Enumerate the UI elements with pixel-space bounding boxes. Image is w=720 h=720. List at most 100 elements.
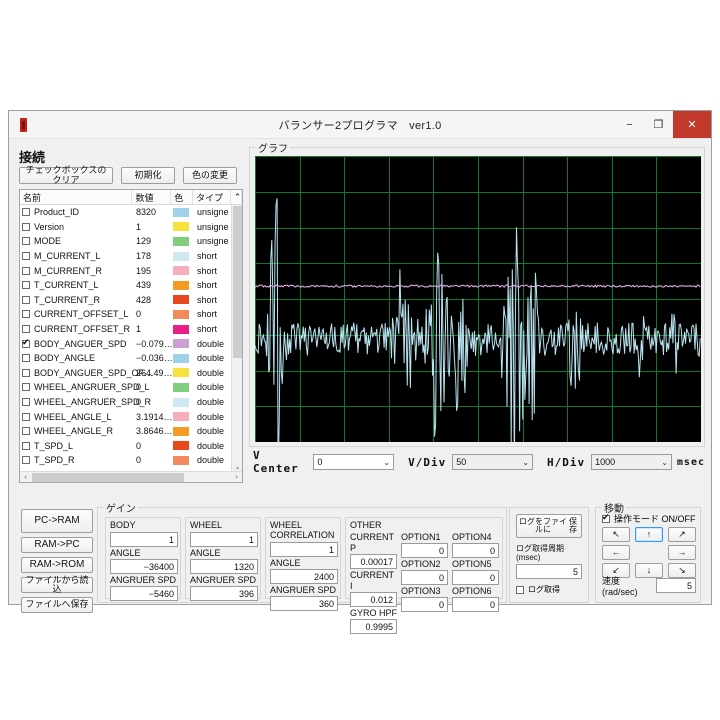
row-color-cell[interactable] [172, 278, 194, 293]
row-name-cell[interactable]: WHEEL_ANGRUER_SPD_L [20, 380, 150, 395]
current-p-field[interactable]: 0.00017 [350, 554, 397, 569]
row-checkbox[interactable] [22, 412, 30, 421]
table-row[interactable]: Product_ID 8320 unsigne [20, 205, 242, 220]
option4-field[interactable]: 0 [452, 543, 499, 558]
color-swatch[interactable] [172, 294, 190, 306]
row-checkbox[interactable] [22, 383, 30, 392]
v-center-combo[interactable]: 0 ⌄ [313, 454, 395, 470]
table-row[interactable]: Version 1 unsigne [20, 220, 242, 235]
row-checkbox[interactable] [22, 354, 30, 363]
row-checkbox[interactable] [22, 368, 30, 377]
row-name-cell[interactable]: M_CURRENT_L [20, 249, 133, 264]
row-checkbox[interactable] [22, 237, 30, 246]
chevron-left-icon[interactable]: ‹ [20, 474, 31, 481]
color-swatch[interactable] [172, 454, 190, 466]
row-color-cell[interactable] [172, 424, 194, 439]
row-name-cell[interactable]: Version [20, 220, 133, 235]
speed-field[interactable]: 5 [655, 578, 696, 593]
row-color-cell[interactable] [172, 336, 194, 351]
color-swatch[interactable] [172, 265, 190, 277]
color-swatch[interactable] [172, 440, 190, 452]
row-checkbox[interactable] [22, 427, 30, 436]
table-row[interactable]: WHEEL_ANGLE_L 3.1914… double [20, 409, 242, 424]
color-swatch[interactable] [172, 352, 190, 364]
row-checkbox[interactable] [22, 441, 30, 450]
row-color-cell[interactable] [172, 351, 194, 366]
body-gain-field[interactable]: 1 [110, 532, 178, 547]
gyro-hpf-field[interactable]: 0.9995 [350, 619, 397, 634]
row-checkbox[interactable] [22, 281, 30, 290]
table-row[interactable]: CURRENT_OFFSET_R 1 short [20, 322, 242, 337]
row-name-cell[interactable]: WHEEL_ANGLE_L [20, 409, 133, 424]
row-name-cell[interactable]: ENC_L [20, 468, 133, 469]
row-name-cell[interactable]: CURRENT_OFFSET_L [20, 307, 133, 322]
row-name-cell[interactable]: CURRENT_OFFSET_R [20, 322, 133, 337]
wheel-spd-field[interactable]: 396 [190, 586, 258, 601]
log-capture-checkbox-row[interactable]: ログ取得 [516, 584, 560, 595]
table-row[interactable]: T_CURRENT_R 428 short [20, 293, 242, 308]
variable-table[interactable]: 名前 数値 色 タイプ ⌃ Product_ID 8320 unsigne Versi… [19, 189, 243, 483]
row-color-cell[interactable] [172, 220, 194, 235]
color-swatch[interactable] [172, 308, 190, 320]
color-swatch[interactable] [172, 323, 190, 335]
chevron-right-icon[interactable]: › [231, 474, 242, 481]
row-name-cell[interactable]: T_CURRENT_L [20, 278, 133, 293]
color-swatch[interactable] [172, 206, 190, 218]
option2-field[interactable]: 0 [401, 570, 448, 585]
color-swatch[interactable] [172, 250, 190, 262]
v-div-combo[interactable]: 50 ⌄ [452, 454, 534, 470]
file-save-button[interactable]: ファイルへ保存 [21, 597, 93, 613]
row-color-cell[interactable] [172, 205, 194, 220]
oscilloscope-plot[interactable] [255, 156, 701, 442]
row-color-cell[interactable] [172, 380, 194, 395]
operation-mode-checkbox-row[interactable]: 操作モード ON/OFF [602, 512, 696, 525]
h-div-combo[interactable]: 1000 ⌄ [591, 454, 672, 470]
wcorr-angle-field[interactable]: 2400 [270, 569, 338, 584]
row-name-cell[interactable]: BODY_ANGUER_SPD [20, 336, 133, 351]
row-name-cell[interactable]: WHEEL_ANGRUER_SPD_R [20, 395, 151, 410]
row-checkbox[interactable] [22, 208, 30, 217]
column-header-color[interactable]: 色 [171, 190, 194, 204]
row-color-cell[interactable] [172, 249, 194, 264]
table-row[interactable]: BODY_ANGLE −0.036… double [20, 351, 242, 366]
row-color-cell[interactable] [172, 263, 194, 278]
color-swatch[interactable] [172, 367, 190, 379]
color-swatch[interactable] [172, 235, 190, 247]
color-swatch[interactable] [172, 221, 190, 233]
option1-field[interactable]: 0 [401, 543, 448, 558]
hscrollbar-thumb[interactable] [32, 472, 184, 482]
dpad-up-right-button[interactable]: ↗ [668, 527, 696, 542]
row-color-cell[interactable] [172, 322, 194, 337]
option6-field[interactable]: 0 [452, 597, 499, 612]
ram-to-pc-button[interactable]: RAM->PC [21, 537, 93, 553]
horizontal-scrollbar[interactable]: ‹ › [20, 471, 242, 482]
row-color-cell[interactable] [172, 409, 194, 424]
row-checkbox[interactable] [22, 310, 30, 319]
row-checkbox[interactable] [22, 337, 30, 348]
table-row[interactable]: MODE 129 unsigne [20, 234, 242, 249]
row-color-cell[interactable] [172, 468, 194, 469]
table-row[interactable]: WHEEL_ANGRUER_SPD_L 0 double [20, 380, 242, 395]
initialize-button[interactable]: 初期化 [121, 167, 175, 184]
table-row[interactable]: M_CURRENT_R 195 short [20, 263, 242, 278]
ram-to-rom-button[interactable]: RAM->ROM [21, 557, 93, 573]
table-row[interactable]: ENC_L256 long lon [20, 468, 242, 469]
row-color-cell[interactable] [172, 366, 194, 381]
row-color-cell[interactable] [172, 395, 194, 410]
dpad-right-button[interactable]: → [668, 545, 696, 560]
row-name-cell[interactable]: WHEEL_ANGLE_R [20, 424, 133, 439]
scrollbar-thumb[interactable] [233, 206, 242, 358]
option5-field[interactable]: 0 [452, 570, 499, 585]
scroll-up-icon[interactable]: ⌃ [231, 190, 242, 204]
table-body[interactable]: Product_ID 8320 unsigne Version 1 unsigne MODE… [20, 205, 242, 469]
column-header-name[interactable]: 名前 [20, 190, 133, 204]
log-save-button[interactable]: ログをファイルに 保存 [516, 514, 582, 538]
color-swatch[interactable] [172, 279, 190, 291]
row-name-cell[interactable]: BODY_ANGLE [20, 351, 133, 366]
file-read-button[interactable]: ファイルから読込 [21, 575, 93, 594]
body-spd-field[interactable]: −5460 [110, 586, 178, 601]
body-angle-field[interactable]: −36400 [110, 559, 178, 574]
table-row[interactable]: WHEEL_ANGRUER_SPD_R 0 double [20, 395, 242, 410]
table-row[interactable]: CURRENT_OFFSET_L 0 short [20, 307, 242, 322]
option3-field[interactable]: 0 [401, 597, 448, 612]
